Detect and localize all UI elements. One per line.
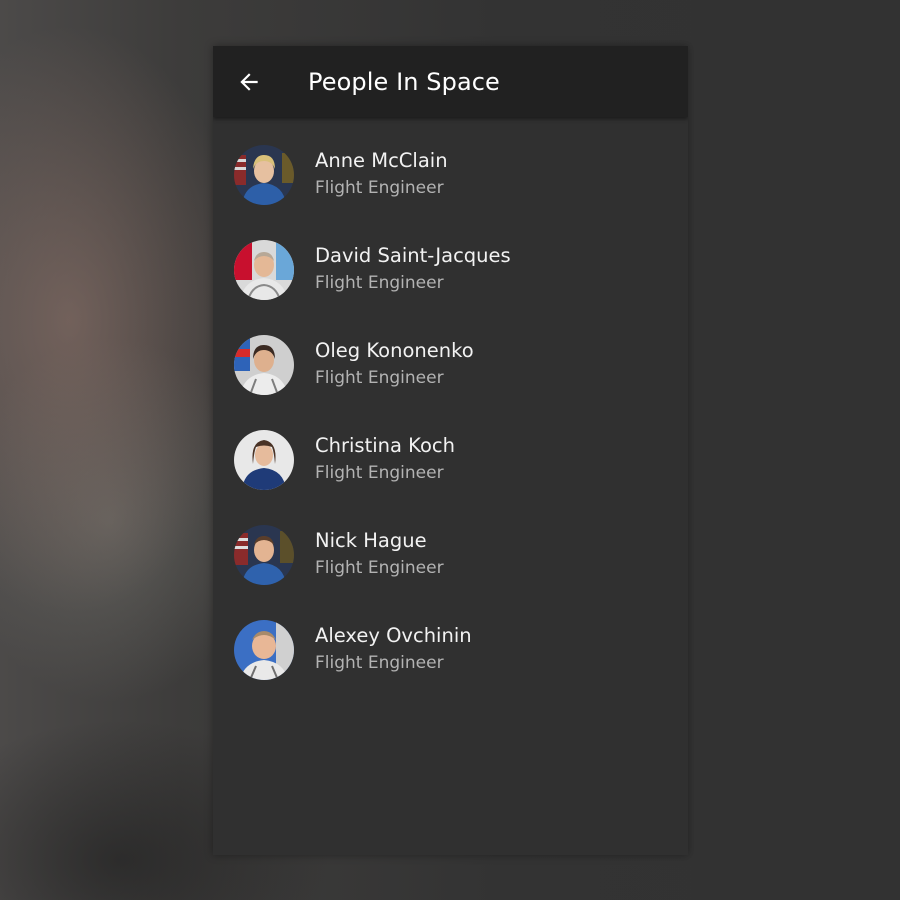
list-item[interactable]: David Saint-Jacques Flight Engineer	[213, 222, 688, 317]
page-title: People In Space	[308, 67, 500, 96]
person-role: Flight Engineer	[315, 558, 444, 578]
list-item[interactable]: Anne McClain Flight Engineer	[213, 127, 688, 222]
avatar	[234, 334, 294, 395]
app-bar: People In Space	[213, 46, 688, 117]
avatar	[234, 524, 294, 585]
person-name: Oleg Kononenko	[315, 339, 474, 362]
person-role: Flight Engineer	[315, 653, 444, 673]
list-item[interactable]: Christina Koch Flight Engineer	[213, 412, 688, 507]
list-item[interactable]: Oleg Kononenko Flight Engineer	[213, 317, 688, 412]
avatar	[234, 429, 294, 490]
person-name: Alexey Ovchinin	[315, 624, 472, 647]
person-role: Flight Engineer	[315, 178, 444, 198]
arrow-back-icon	[240, 72, 258, 91]
back-button[interactable]	[213, 46, 285, 117]
person-name: David Saint-Jacques	[315, 244, 511, 267]
list-item[interactable]: Nick Hague Flight Engineer	[213, 507, 688, 602]
people-list: Anne McClain Flight Engineer David Saint…	[213, 127, 688, 697]
avatar	[234, 619, 294, 680]
person-role: Flight Engineer	[315, 463, 444, 483]
person-role: Flight Engineer	[315, 273, 444, 293]
avatar	[234, 144, 294, 205]
avatar	[234, 239, 294, 300]
app-screen: People In Space Anne McClain Flight Engi…	[213, 46, 688, 855]
person-role: Flight Engineer	[315, 368, 444, 388]
person-name: Anne McClain	[315, 149, 448, 172]
person-name: Christina Koch	[315, 434, 455, 457]
person-name: Nick Hague	[315, 529, 427, 552]
list-item[interactable]: Alexey Ovchinin Flight Engineer	[213, 602, 688, 697]
